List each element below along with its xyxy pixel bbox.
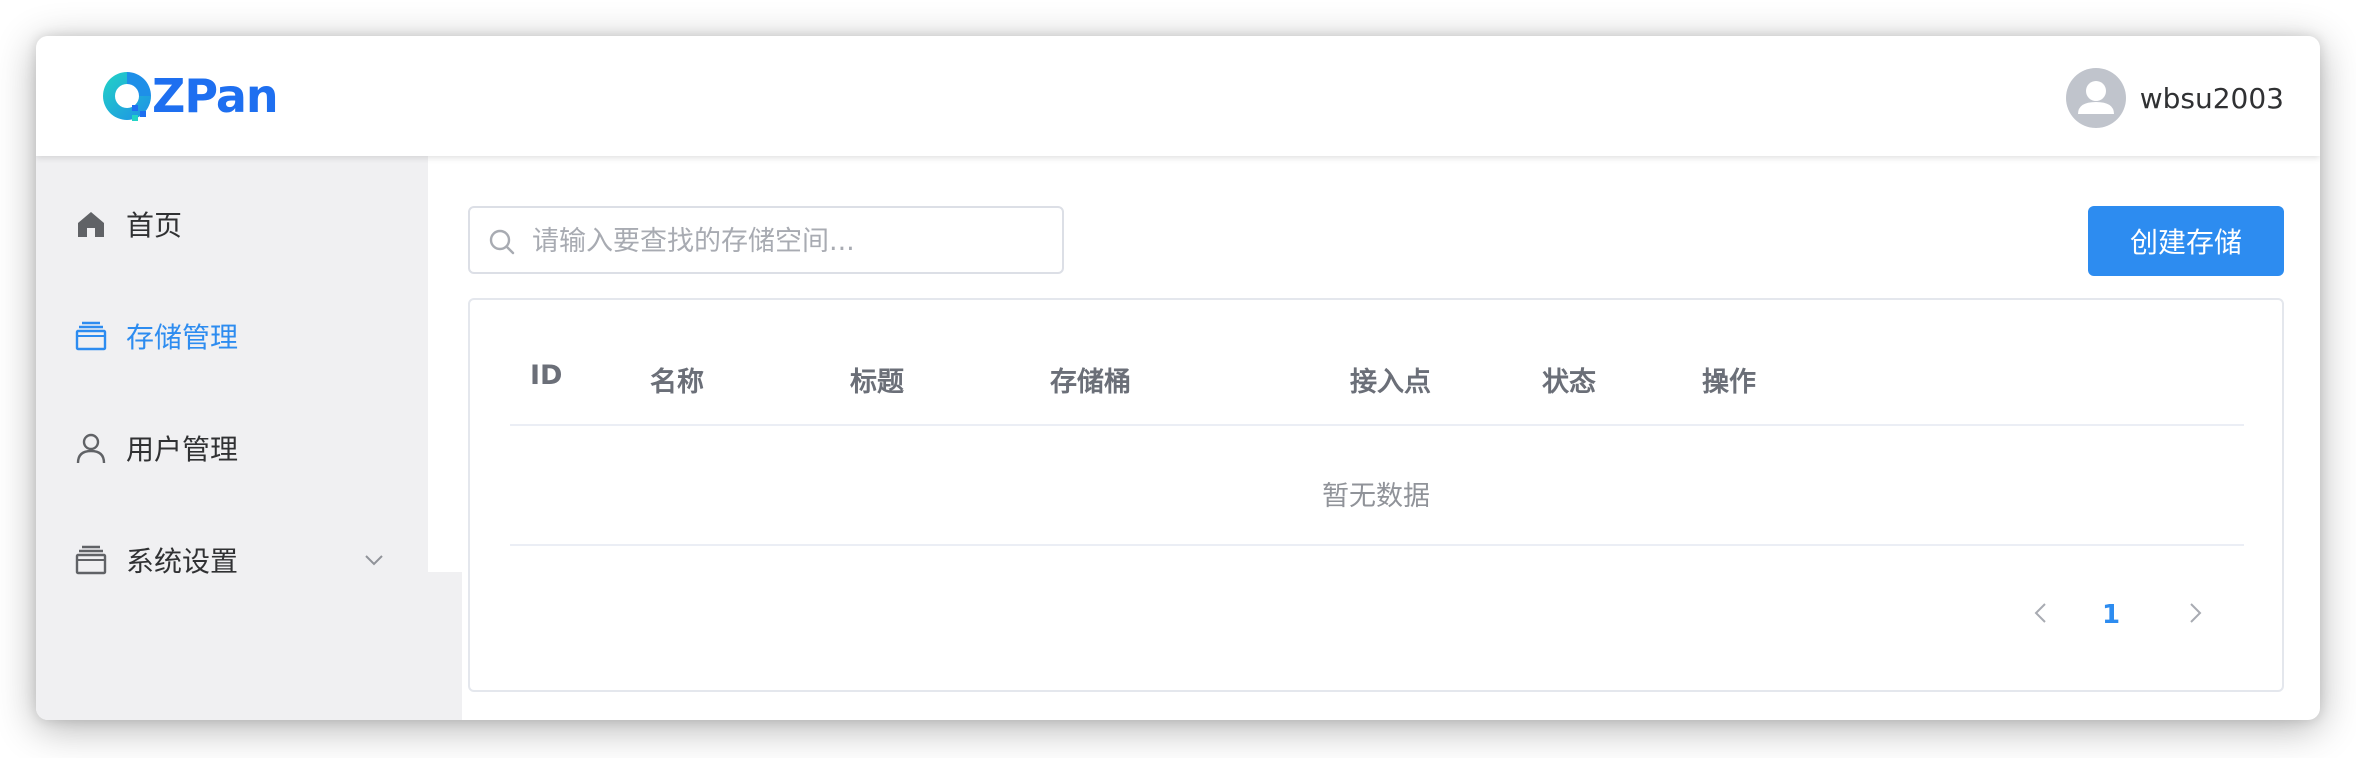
chevron-right-icon[interactable]	[2182, 600, 2208, 626]
pagination-current-page[interactable]: 1	[2102, 600, 2120, 630]
settings-icon	[75, 545, 107, 575]
column-header-title[interactable]: 标题	[850, 360, 904, 399]
chevron-left-icon[interactable]	[2028, 600, 2054, 626]
chevron-down-icon[interactable]	[362, 548, 386, 572]
user-icon	[76, 433, 106, 464]
empty-state-text: 暂无数据	[1322, 481, 1430, 512]
column-header-actions[interactable]: 操作	[1702, 360, 1756, 399]
search-icon	[489, 229, 515, 255]
sidebar-item-users[interactable]: 用户管理	[36, 408, 428, 488]
search-box[interactable]	[468, 206, 1064, 274]
create-storage-button[interactable]: 创建存储	[2088, 206, 2284, 276]
sidebar-item-home[interactable]: 首页	[36, 184, 428, 264]
column-header-id[interactable]: ID	[530, 360, 562, 391]
content-edge	[428, 156, 462, 572]
logo-text: ZPan	[152, 69, 279, 123]
avatar[interactable]	[2065, 68, 2126, 128]
sidebar-item-label: 存储管理	[126, 321, 239, 354]
sidebar-item-storage[interactable]: 存储管理	[36, 296, 428, 376]
username: wbsu2003	[2139, 81, 2284, 115]
sidebar-item-label: 系统设置	[126, 545, 239, 578]
storage-icon	[75, 321, 107, 351]
column-header-endpoint[interactable]: 接入点	[1350, 360, 1431, 399]
home-icon	[78, 212, 104, 237]
search-input[interactable]	[530, 208, 1054, 274]
storage-table-card: ID 名称 标题 存储桶 接入点 状态 操作 暂无数据 1	[468, 298, 2284, 692]
table-footer-divider	[510, 544, 2244, 546]
user-menu[interactable]: wbsu2003	[2065, 68, 2284, 128]
column-header-bucket[interactable]: 存储桶	[1050, 360, 1131, 399]
user-avatar-icon	[2077, 81, 2114, 114]
logo[interactable]: ZPan	[98, 60, 279, 132]
sidebar-item-label: 用户管理	[126, 433, 239, 466]
column-header-name[interactable]: 名称	[650, 360, 704, 399]
table-header-divider	[510, 424, 2244, 426]
app-window: ZPan wbsu2003 首页 存储管理 用户管理 系统设置 请输入要查找的存…	[36, 36, 2320, 720]
column-header-status[interactable]: 状态	[1542, 360, 1596, 399]
top-header: ZPan wbsu2003	[36, 36, 2320, 156]
sidebar-item-label: 首页	[126, 209, 183, 242]
logo-mark-icon	[98, 67, 156, 125]
sidebar-item-settings[interactable]: 系统设置	[36, 520, 428, 600]
